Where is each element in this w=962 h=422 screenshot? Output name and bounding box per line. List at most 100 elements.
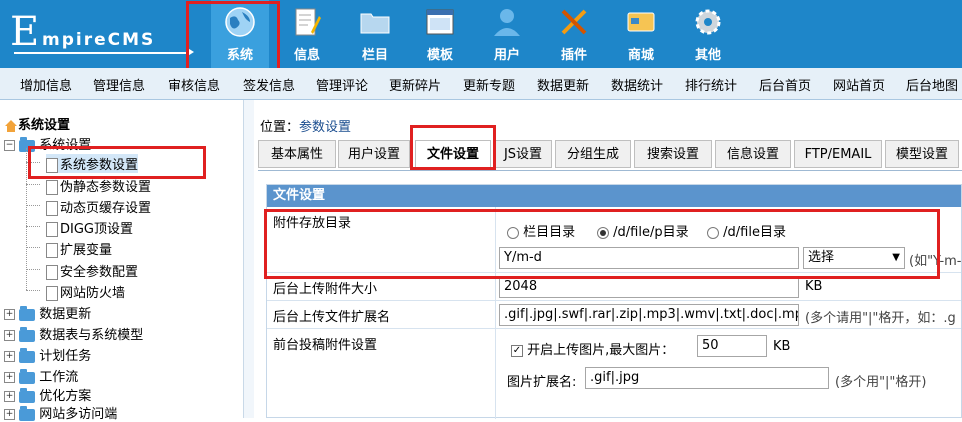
window-icon	[426, 9, 454, 35]
menu-item[interactable]: 后台首页	[759, 75, 811, 94]
max-size-input[interactable]: 2048	[499, 276, 799, 298]
page-icon	[46, 222, 58, 237]
extensions-input[interactable]: .gif|.jpg|.swf|.rar|.zip|.mp3|.wmv|.txt|…	[499, 304, 799, 326]
menu-item[interactable]: 网站首页	[833, 75, 885, 94]
sidebar-splitter[interactable]	[243, 100, 254, 418]
menu-item[interactable]: 数据更新	[537, 75, 589, 94]
menu-item[interactable]: 排行统计	[685, 75, 737, 94]
menu-item[interactable]: 增加信息	[20, 75, 72, 94]
gear-icon	[695, 9, 721, 35]
dropdown-arrow-icon: ▼	[892, 252, 900, 263]
page-icon	[46, 243, 58, 258]
tree-folder-data-update[interactable]: + 数据更新	[4, 303, 91, 322]
tab-file[interactable]: 文件设置	[415, 140, 491, 168]
tree-item-security[interactable]: 安全参数配置	[46, 261, 138, 280]
nav-shop[interactable]: 商城	[612, 0, 670, 68]
expand-toggle[interactable]: +	[4, 409, 15, 420]
logo-text: mpireCMS	[42, 30, 156, 50]
breadcrumb-link[interactable]: 参数设置	[299, 120, 351, 135]
tools-icon	[561, 9, 587, 35]
folder-icon	[19, 368, 36, 384]
tab-js[interactable]: JS设置	[494, 140, 552, 168]
row-max-size: 后台上传附件大小 2048 KB	[267, 273, 961, 301]
document-pen-icon	[295, 8, 321, 36]
user-icon	[494, 9, 520, 36]
folder-icon	[19, 387, 36, 403]
row-extensions: 后台上传文件扩展名 .gif|.jpg|.swf|.rar|.zip|.mp3|…	[267, 301, 961, 329]
expand-toggle[interactable]: +	[4, 351, 15, 362]
expand-toggle[interactable]: +	[4, 309, 15, 320]
tree-item-ext-vars[interactable]: 扩展变量	[46, 239, 112, 258]
date-format-input[interactable]: Y/m-d	[499, 247, 799, 269]
menu-item[interactable]: 数据统计	[611, 75, 663, 94]
tab-basic[interactable]: 基本属性	[258, 140, 336, 168]
nav-column[interactable]: 栏目	[346, 0, 404, 68]
tree-folder-multi-access[interactable]: + 网站多访问端	[4, 403, 117, 422]
radio-dfilep-dir[interactable]: /d/file/p目录	[597, 221, 689, 240]
tree-item-firewall[interactable]: 网站防火墙	[46, 282, 125, 301]
page-icon	[46, 158, 58, 173]
menu-item[interactable]: 管理信息	[93, 75, 145, 94]
enable-upload-checkbox[interactable]: ✓ 开启上传图片,最大图片：	[511, 339, 674, 358]
main-content: 位置：参数设置 基本属性 用户设置 文件设置 JS设置 分组生成 搜索设置 信息…	[254, 100, 962, 419]
tree-item-rewrite[interactable]: 伪静态参数设置	[46, 176, 151, 195]
menu-item[interactable]: 管理评论	[316, 75, 368, 94]
radio-dfile-dir[interactable]: /d/file目录	[707, 221, 786, 240]
tree-folder-tables[interactable]: + 数据表与系统模型	[4, 324, 143, 343]
empirecms-logo: E mpireCMS	[6, 9, 194, 57]
max-image-input[interactable]: 50	[697, 335, 767, 357]
nav-plugin[interactable]: 插件	[545, 0, 603, 68]
page-icon	[46, 265, 58, 280]
format-select[interactable]: 选择 ▼	[803, 247, 905, 269]
nav-system[interactable]: 系统	[211, 0, 269, 68]
nav-info[interactable]: 信息	[278, 0, 336, 68]
row-frontend-upload: 前台投稿附件设置 ✓ 开启上传图片,最大图片： 50 KB 图片扩展名: .gi…	[267, 329, 961, 419]
nav-template[interactable]: 模板	[411, 0, 469, 68]
tree-root[interactable]: 系统设置	[4, 114, 70, 133]
radio-column-dir[interactable]: 栏目目录	[507, 221, 575, 240]
menu-item[interactable]: 后台地图	[906, 75, 958, 94]
tab-search[interactable]: 搜索设置	[634, 140, 712, 168]
tree-group-system[interactable]: − 系统设置	[4, 134, 91, 153]
top-bar: E mpireCMS 系统 信息 栏目 模板 用户 插件 商城 其他	[0, 0, 962, 68]
tree-item-system-params[interactable]: 系统参数设置	[46, 154, 139, 173]
folder-icon	[19, 347, 36, 363]
expand-toggle[interactable]: +	[4, 372, 15, 383]
check-icon: ✓	[511, 344, 523, 357]
nav-other[interactable]: 其他	[679, 0, 737, 68]
menu-item[interactable]: 更新碎片	[389, 75, 441, 94]
quick-menu: 增加信息 管理信息 审核信息 签发信息 管理评论 更新碎片 更新专题 数据更新 …	[0, 68, 962, 100]
tab-model[interactable]: 模型设置	[885, 140, 959, 168]
collapse-toggle[interactable]: −	[4, 140, 15, 151]
home-icon	[5, 119, 17, 132]
tab-group[interactable]: 分组生成	[555, 140, 631, 168]
tree-folder-tasks[interactable]: + 计划任务	[4, 345, 91, 364]
row-attach-dir: 附件存放目录 栏目目录 /d/file/p目录 /d/file目录 Y/m-d …	[267, 207, 962, 273]
tab-info[interactable]: 信息设置	[715, 140, 791, 168]
folder-icon	[19, 326, 36, 342]
folder-icon	[19, 305, 36, 321]
card-icon	[627, 12, 655, 32]
panel-title: 文件设置	[267, 185, 961, 207]
file-settings-panel: 文件设置 附件存放目录 栏目目录 /d/file/p目录 /d/file目录 Y…	[266, 184, 962, 419]
expand-toggle[interactable]: +	[4, 391, 15, 402]
menu-item[interactable]: 审核信息	[168, 75, 220, 94]
menu-item[interactable]: 签发信息	[243, 75, 295, 94]
tree-folder-workflow[interactable]: + 工作流	[4, 366, 78, 385]
image-ext-input[interactable]: .gif|.jpg	[585, 367, 829, 389]
tab-user[interactable]: 用户设置	[338, 140, 410, 168]
page-icon	[46, 180, 58, 195]
page-icon	[46, 201, 58, 216]
tree-item-cache[interactable]: 动态页缓存设置	[46, 197, 151, 216]
tree-item-digg[interactable]: DIGG顶设置	[46, 218, 133, 237]
globe-icon	[225, 7, 255, 37]
tab-ftp-email[interactable]: FTP/EMAIL	[794, 140, 882, 168]
sidebar-tree: 系统设置 − 系统设置 系统参数设置 伪静态参数设置 动态页缓存设置 DIGG顶…	[0, 100, 243, 422]
folder-icon	[360, 13, 390, 34]
expand-toggle[interactable]: +	[4, 330, 15, 341]
tree-folder-optimize[interactable]: + 优化方案	[4, 385, 91, 404]
logo-letter: E	[10, 9, 40, 55]
nav-user[interactable]: 用户	[478, 0, 536, 68]
page-icon	[46, 286, 58, 301]
menu-item[interactable]: 更新专题	[463, 75, 515, 94]
